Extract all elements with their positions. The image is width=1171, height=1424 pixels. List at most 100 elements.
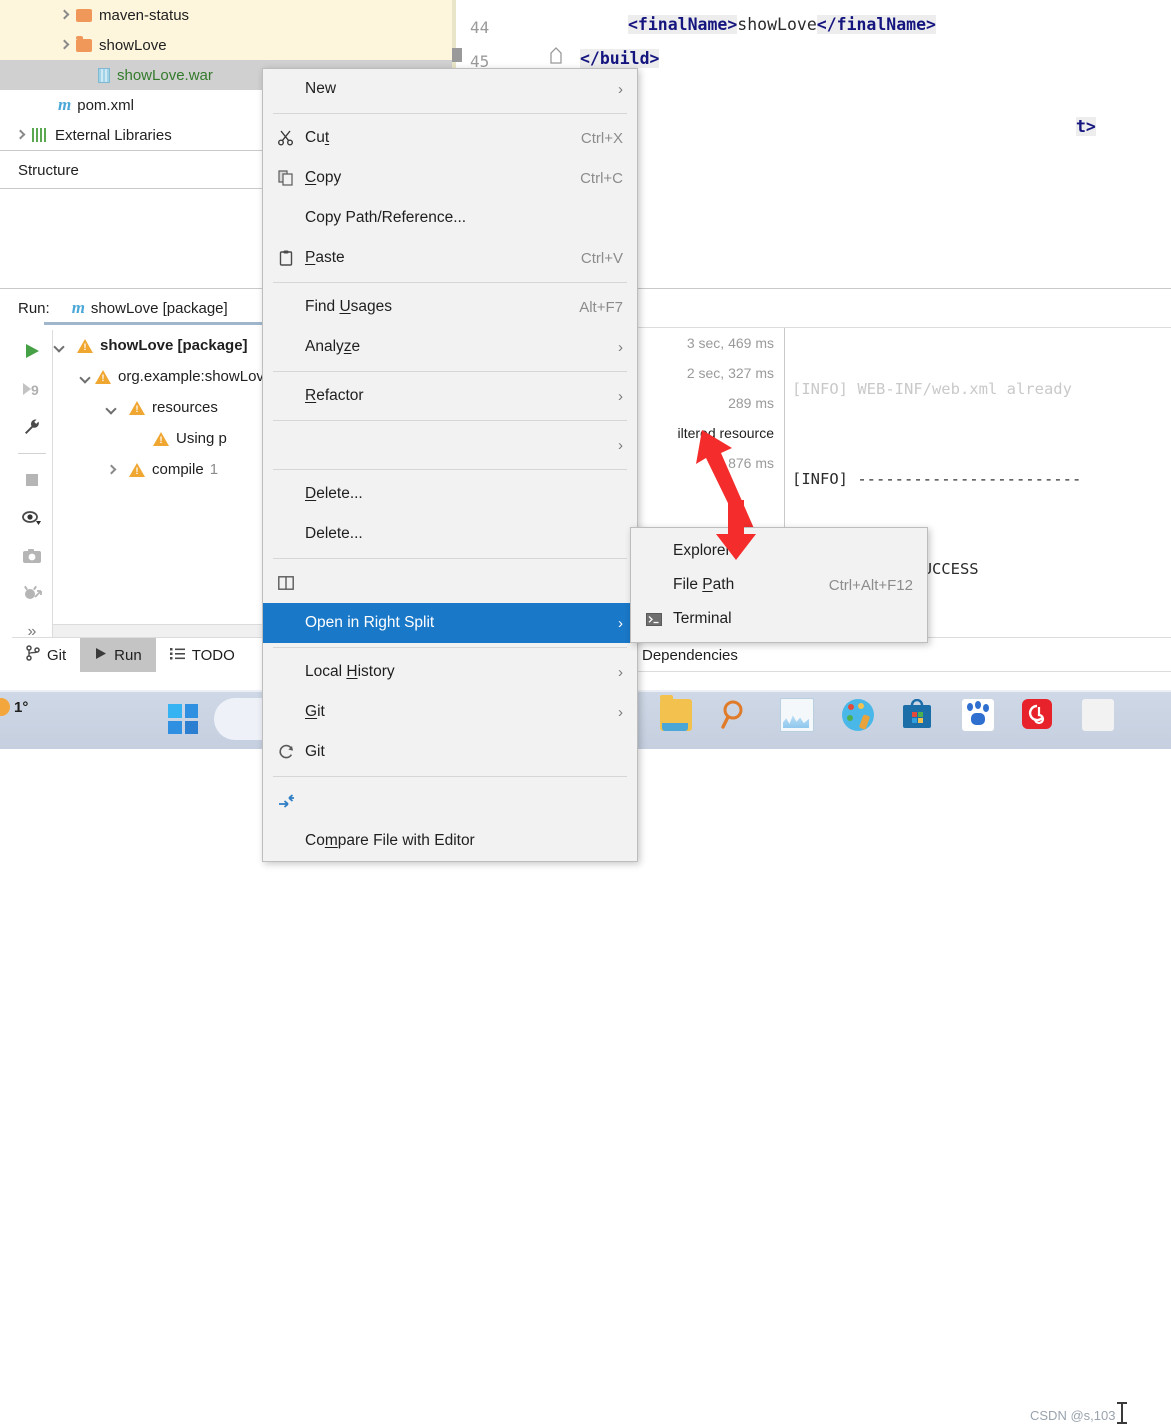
dependencies-divider (630, 671, 1171, 672)
performance-monitor-icon[interactable] (780, 698, 814, 732)
run-tree-row-using-p[interactable]: Using p (53, 423, 263, 454)
menu-item-label: Git (305, 743, 325, 760)
run-tree-row-showlove-package[interactable]: showLove [package] (53, 330, 263, 361)
bottom-tab-todo[interactable]: TODO (156, 638, 249, 672)
rerun-failed-icon[interactable]: 9 (17, 374, 47, 404)
chevron-right-icon: › (618, 387, 623, 405)
menu-item-compare-with[interactable] (263, 781, 637, 821)
chevron-down-icon[interactable] (79, 370, 93, 384)
menu-item-label: Open in Right Split (305, 614, 435, 631)
menu-item-reload-from-disk[interactable]: Git (263, 732, 637, 772)
code-fold-icon[interactable] (548, 46, 564, 64)
menu-item-local-history[interactable]: Local History › (263, 652, 637, 692)
run-icon (94, 647, 107, 664)
file-explorer-icon[interactable] (660, 695, 692, 731)
run-tab-showlove-package[interactable]: showLove [package] (91, 300, 228, 317)
menu-item-new[interactable]: New › (263, 69, 637, 109)
chevron-right-icon: › (618, 703, 623, 721)
annotation-arrow-explorer (716, 500, 756, 560)
timing-value: 289 ms (728, 395, 774, 411)
taskbar-pinned-apps[interactable] (660, 695, 1114, 732)
screenshot-camera-icon[interactable] (17, 541, 47, 571)
submenu-item-file-path[interactable]: File Path Ctrl+Alt+F12 (631, 568, 927, 602)
run-tree-row-resources[interactable]: resources (53, 392, 263, 423)
windows-start-button[interactable] (168, 704, 198, 734)
chevron-down-icon[interactable] (53, 339, 67, 353)
tree-item-showlove[interactable]: showLove (0, 30, 452, 60)
menu-item-refactor[interactable]: Refactor › (263, 376, 637, 416)
tree-item-label: showLove.war (117, 66, 213, 84)
maven-m-icon: m (58, 95, 72, 114)
todo-icon (169, 647, 185, 664)
timing-value: 2 sec, 327 ms (686, 365, 774, 381)
menu-item-git[interactable]: Git › (263, 692, 637, 732)
stop-icon[interactable] (17, 465, 47, 495)
menu-item-bookmarks[interactable]: › (263, 425, 637, 465)
run-tree-label: Using p (176, 430, 227, 447)
menu-item-delete[interactable]: Delete... (263, 474, 637, 514)
chevron-down-icon[interactable] (105, 401, 119, 415)
menu-item-cut[interactable]: Cut Ctrl+X (263, 118, 637, 158)
chevron-right-icon[interactable] (58, 8, 72, 22)
menu-item-analyze[interactable]: Analyze › (263, 327, 637, 367)
context-menu[interactable]: New › Cut Ctrl+X Copy Ctrl+C Copy Path/R… (262, 68, 638, 862)
menu-item-shortcut: Ctrl+C (580, 169, 623, 187)
settings-wrench-icon[interactable] (17, 412, 47, 442)
tree-item-label: pom.xml (77, 96, 134, 114)
menu-item-label: Analyze (305, 338, 361, 355)
menu-item-open-in-right-split[interactable] (263, 563, 637, 603)
chevron-right-icon[interactable] (14, 128, 28, 142)
run-tree-row-org-example[interactable]: org.example:showLove (53, 361, 263, 392)
weather-widget[interactable]: 1° (0, 698, 28, 716)
rerun-icon[interactable] (17, 336, 47, 366)
unknown-app-icon[interactable] (1082, 699, 1114, 731)
menu-item-label: Compare File with Editor (305, 832, 475, 849)
folder-icon (76, 8, 92, 22)
paint-icon[interactable] (842, 699, 874, 731)
structure-panel-title: Structure (18, 161, 79, 179)
bottom-tab-git[interactable]: Git (12, 638, 80, 672)
chevron-right-icon[interactable] (58, 38, 72, 52)
baidu-icon[interactable] (962, 699, 994, 731)
run-tree-time: 1 (209, 461, 219, 478)
tree-item-maven-status[interactable]: maven-status (0, 0, 452, 30)
menu-separator (273, 647, 627, 648)
chevron-right-icon: › (618, 614, 623, 632)
run-tree-label: showLove [package] (100, 337, 248, 354)
run-toolbar[interactable]: 9 » (12, 330, 53, 656)
filter-eye-icon[interactable] (17, 503, 47, 533)
run-panel-label: Run: (18, 299, 50, 317)
open-in-submenu[interactable]: Explorer File Path Ctrl+Alt+F12 Terminal (630, 527, 928, 643)
microsoft-store-icon[interactable] (902, 698, 934, 731)
submenu-item-explorer[interactable]: Explorer (631, 534, 927, 568)
submenu-item-terminal[interactable]: Terminal (631, 602, 927, 636)
menu-item-label: Delete... (305, 525, 363, 542)
chevron-right-icon[interactable] (105, 463, 119, 477)
run-tree-row-compile[interactable]: compile 1 (53, 454, 263, 485)
menu-item-label: Delete... (305, 485, 363, 502)
menu-item-find-usages[interactable]: Find Usages Alt+F7 (263, 287, 637, 327)
run-tree-horizontal-scrollbar[interactable] (53, 624, 263, 637)
bottom-tab-label: Git (47, 646, 67, 664)
menu-item-override-file-type[interactable]: Delete... (263, 514, 637, 554)
menu-item-label: Find Usages (305, 298, 393, 315)
menu-item-copy-path-reference[interactable]: Copy Path/Reference... (263, 198, 637, 238)
menu-item-label: New (305, 80, 337, 97)
warning-icon (153, 431, 169, 446)
run-result-tree[interactable]: showLove [package] org.example:showLove … (53, 330, 263, 620)
search-icon[interactable] (720, 699, 752, 731)
svg-text:9: 9 (31, 382, 39, 398)
menu-item-copy[interactable]: Copy Ctrl+C (263, 158, 637, 198)
menu-item-compare-file-with-editor[interactable]: Compare File with Editor (263, 821, 637, 861)
console-line: [INFO] WEB-INF/web.xml already (792, 380, 1072, 398)
menu-item-paste[interactable]: Paste Ctrl+V (263, 238, 637, 278)
menu-item-label: Local History (305, 663, 395, 680)
menu-item-open-in[interactable]: Open in Right Split › (263, 603, 637, 643)
netease-music-icon[interactable] (1022, 699, 1054, 731)
run-tree-label: resources (152, 399, 218, 416)
menu-item-label: Refactor (305, 387, 364, 404)
bottom-tab-run[interactable]: Run (80, 638, 156, 672)
code-line-44: <finalName>showLove</finalName> (628, 15, 936, 34)
export-test-icon[interactable] (17, 579, 47, 609)
bottom-tab-label: Run (114, 646, 142, 664)
